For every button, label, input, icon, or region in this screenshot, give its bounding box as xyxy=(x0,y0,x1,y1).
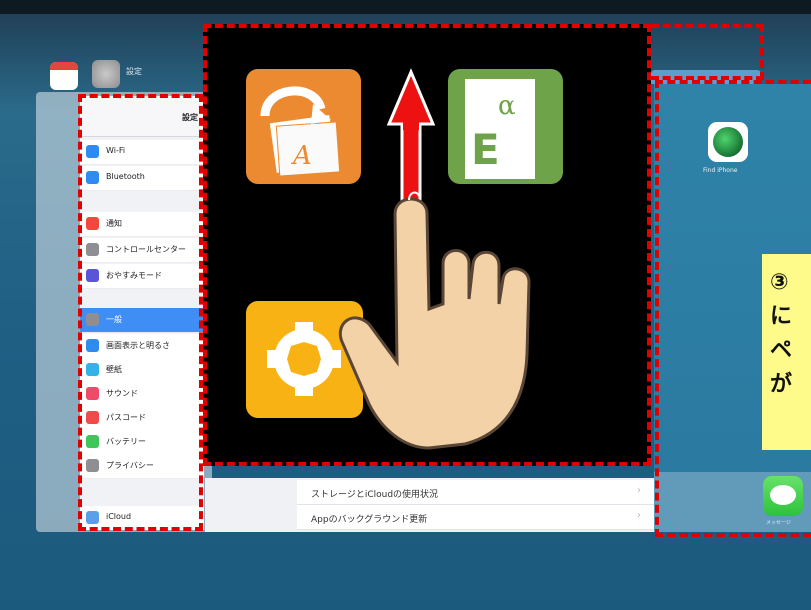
storage-row-label: ストレージとiCloudの使用状況 xyxy=(311,490,439,500)
settings-app-icon[interactable] xyxy=(92,60,120,88)
top-band xyxy=(0,0,811,14)
settings-app-label: 設定 xyxy=(126,67,142,76)
annotation-box-panel xyxy=(203,24,651,466)
settings-detail-pane: ストレージとiCloudの使用状況 › Appのバックグラウンド更新 › xyxy=(205,478,655,532)
chevron-right-icon: › xyxy=(637,485,641,496)
annotation-box-right-card xyxy=(655,80,811,537)
background-refresh-row[interactable]: Appのバックグラウンド更新 › xyxy=(297,505,655,530)
calendar-app-icon[interactable] xyxy=(50,62,78,90)
storage-row[interactable]: ストレージとiCloudの使用状況 › xyxy=(297,480,655,505)
annotation-box-panel-top xyxy=(651,24,764,80)
annotation-box-settings xyxy=(78,94,203,531)
chevron-right-icon: › xyxy=(637,510,641,521)
background-refresh-label: Appのバックグラウンド更新 xyxy=(311,515,428,525)
